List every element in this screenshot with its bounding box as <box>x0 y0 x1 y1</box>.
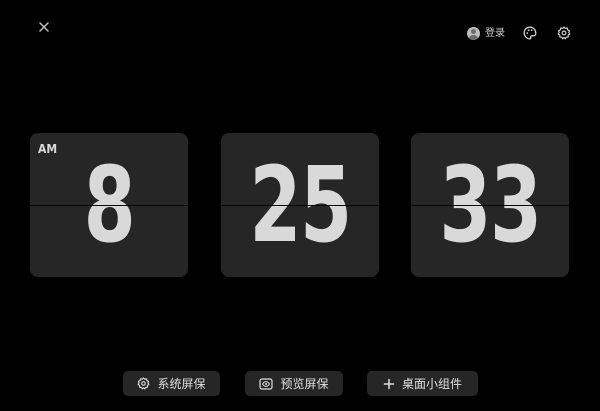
system-screensaver-label: 系统屏保 <box>157 376 206 391</box>
gear-icon <box>557 26 571 40</box>
settings-button[interactable] <box>556 25 572 41</box>
card-divider <box>411 205 569 206</box>
desktop-widget-label: 桌面小组件 <box>401 376 462 391</box>
preview-screensaver-button[interactable]: 预览屏保 <box>245 371 343 396</box>
eye-icon <box>259 377 274 390</box>
login-label: 登录 <box>485 27 505 39</box>
theme-button[interactable] <box>522 25 538 41</box>
user-avatar-icon <box>467 26 480 40</box>
gear-icon <box>138 377 150 390</box>
system-screensaver-button[interactable]: 系统屏保 <box>123 371 220 396</box>
close-button[interactable] <box>36 19 52 35</box>
palette-icon <box>523 26 537 40</box>
desktop-widget-button[interactable]: 桌面小组件 <box>367 371 478 396</box>
plus-icon <box>383 378 395 389</box>
hours-card: 8 AM <box>30 133 188 277</box>
top-right-controls: 登录 <box>467 24 572 42</box>
close-icon <box>39 22 49 32</box>
am-pm-label: AM <box>38 142 58 156</box>
card-divider <box>221 205 379 206</box>
card-divider <box>30 205 188 206</box>
seconds-card: 33 <box>411 133 569 277</box>
minutes-card: 25 <box>221 133 379 277</box>
login-button[interactable]: 登录 <box>467 26 505 40</box>
preview-screensaver-label: 预览屏保 <box>280 376 329 391</box>
flip-clock-window: 登录 8 AM 25 33 系统屏保 预览屏保 桌面小组件 <box>0 0 600 411</box>
